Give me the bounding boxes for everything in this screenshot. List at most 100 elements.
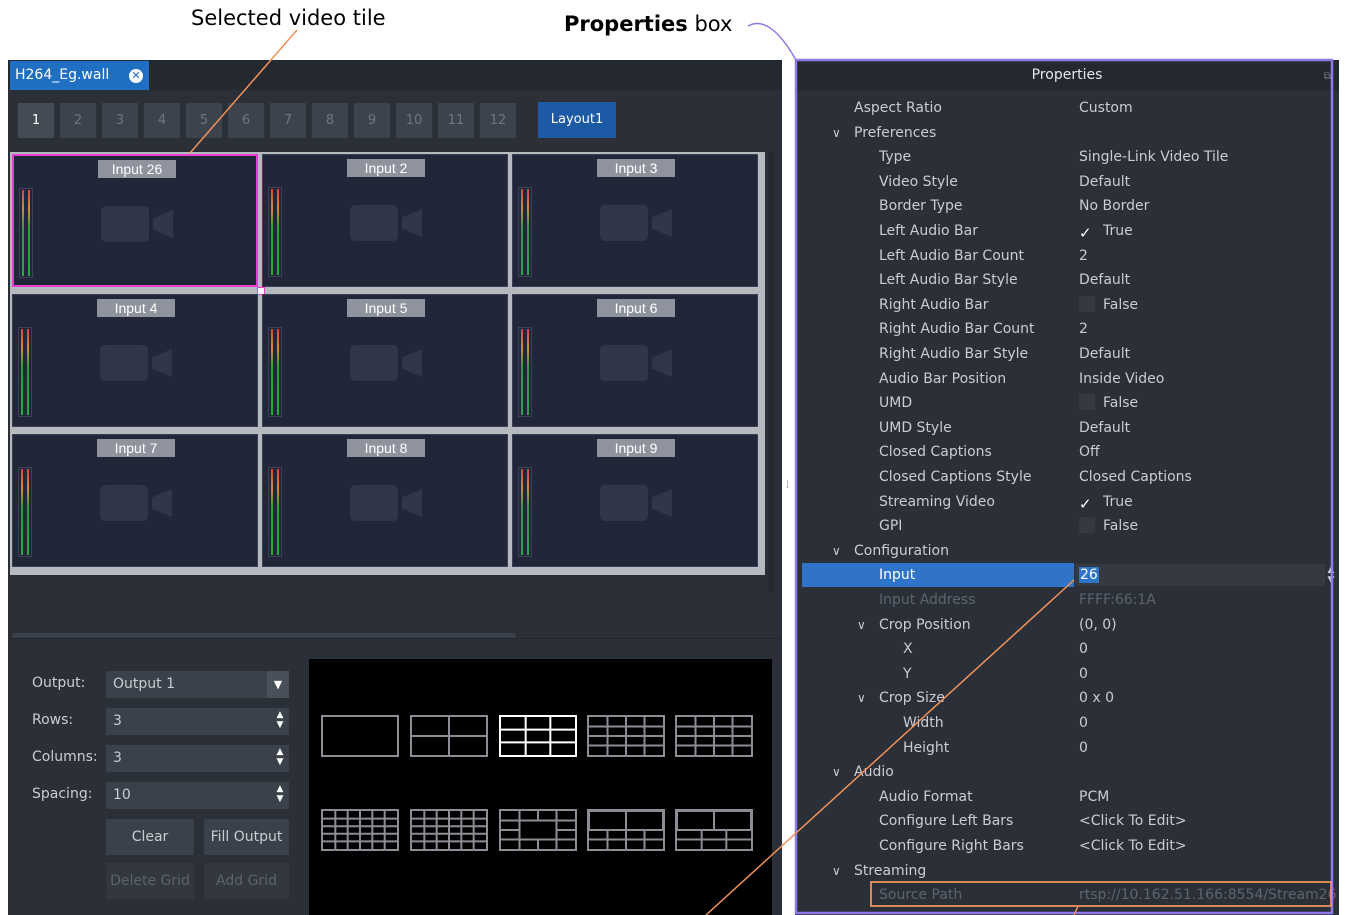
page-button-8[interactable]: 8	[312, 103, 348, 138]
page-button-5[interactable]: 5	[186, 103, 222, 138]
property-value[interactable]: 26	[1079, 563, 1099, 587]
property-row-umd-style[interactable]: UMD Style Default	[795, 416, 1339, 440]
page-button-4[interactable]: 4	[144, 103, 180, 138]
video-tile[interactable]: Input 4	[12, 294, 258, 427]
grid-preset-top2[interactable]	[587, 809, 665, 851]
page-button-2[interactable]: 2	[60, 103, 96, 138]
video-tile[interactable]: Input 5	[262, 294, 508, 427]
chevron-down-icon[interactable]: ∨	[832, 539, 841, 563]
stepper-arrows-icon[interactable]: ▲ ▼	[274, 747, 286, 770]
property-row-border-type[interactable]: Border Type No Border	[795, 194, 1339, 218]
page-button-11[interactable]: 11	[438, 103, 474, 138]
undock-icon[interactable]: ⧉	[1324, 62, 1331, 92]
video-tile[interactable]: Input 26	[12, 154, 265, 295]
grid-preset-6x6b[interactable]	[410, 809, 488, 851]
property-row-configure-left-bars[interactable]: Configure Left Bars <Click To Edit>	[795, 809, 1339, 833]
checkbox-icon[interactable]	[1079, 222, 1095, 238]
add-grid-button[interactable]: Add Grid	[204, 863, 289, 899]
video-tile[interactable]: Input 7	[12, 434, 258, 567]
video-tile[interactable]: Input 2	[262, 154, 508, 287]
property-value[interactable]: False	[1079, 514, 1138, 538]
grid-preset-2x2[interactable]	[410, 715, 488, 757]
property-row-audio[interactable]: ∨ Audio	[795, 760, 1339, 784]
page-button-12[interactable]: 12	[480, 103, 516, 138]
property-row-audio-format[interactable]: Audio Format PCM	[795, 785, 1339, 809]
property-row-x[interactable]: X0	[795, 637, 1339, 661]
input-spinbox[interactable]	[1075, 564, 1325, 587]
property-row-gpi[interactable]: GPI False	[795, 514, 1339, 538]
property-value[interactable]: True	[1079, 490, 1133, 514]
columns-stepper[interactable]: 3 ▲ ▼	[106, 745, 289, 772]
property-row-type[interactable]: Type Single-Link Video Tile	[795, 145, 1339, 169]
wall-file-tab[interactable]: H264_Eg.wall ✕	[10, 61, 149, 90]
property-row-video-style[interactable]: Video Style Default	[795, 170, 1339, 194]
page-button-6[interactable]: 6	[228, 103, 264, 138]
property-row-crop-size[interactable]: ∨ Crop Size 0 x 0	[795, 686, 1339, 710]
checkbox-icon[interactable]	[1079, 295, 1095, 312]
property-row-configuration[interactable]: ∨ Configuration	[795, 539, 1339, 563]
chevron-down-icon[interactable]: ∨	[857, 686, 866, 710]
grid-preset-center[interactable]	[499, 809, 577, 851]
grid-preset-4x4[interactable]	[587, 715, 665, 757]
grid-preset-3x3[interactable]	[499, 715, 577, 757]
property-row-configure-right-bars[interactable]: Configure Right Bars <Click To Edit>	[795, 834, 1339, 858]
property-row-closed-captions-style[interactable]: Closed Captions Style Closed Captions	[795, 465, 1339, 489]
property-row-left-audio-bar-count[interactable]: Left Audio Bar Count 2	[795, 244, 1339, 268]
checkbox-icon[interactable]	[1079, 394, 1095, 411]
property-row-input[interactable]: Input 26 ▲ ▼	[795, 563, 1339, 588]
property-row-right-audio-bar[interactable]: Right Audio Bar False	[795, 293, 1339, 317]
checkbox-icon[interactable]	[1079, 517, 1095, 534]
property-row-input-address[interactable]: Input Address FFFF:66:1A	[795, 588, 1339, 612]
property-row-left-audio-bar[interactable]: Left Audio Bar True	[795, 219, 1339, 243]
property-row-aspect-ratio[interactable]: Aspect Ratio Custom	[795, 96, 1339, 120]
property-row-left-audio-bar-style[interactable]: Left Audio Bar Style Default	[795, 268, 1339, 292]
grid-preset-6x6[interactable]	[321, 809, 399, 851]
checkbox-icon[interactable]	[1079, 492, 1095, 509]
layout-button[interactable]: Layout1	[538, 102, 616, 138]
grid-preset-4x4b[interactable]	[675, 715, 753, 757]
property-row-height[interactable]: Height 0	[795, 736, 1339, 760]
video-tile[interactable]: Input 8	[262, 434, 508, 567]
property-row-audio-bar-position[interactable]: Audio Bar Position Inside Video	[795, 367, 1339, 391]
grid-preset-top2b[interactable]	[675, 809, 753, 851]
chevron-down-icon[interactable]: ∨	[832, 760, 841, 784]
page-button-3[interactable]: 3	[102, 103, 138, 138]
fill-output-button[interactable]: Fill Output	[204, 819, 289, 855]
video-tile[interactable]: Input 3	[512, 154, 758, 287]
property-row-crop-position[interactable]: ∨ Crop Position (0, 0)	[795, 613, 1339, 637]
page-button-1[interactable]: 1	[18, 103, 54, 138]
chevron-down-icon[interactable]: ∨	[857, 613, 866, 637]
property-row-closed-captions[interactable]: Closed Captions Off	[795, 440, 1339, 464]
rows-stepper[interactable]: 3 ▲ ▼	[106, 708, 289, 735]
stepper-arrows-icon[interactable]: ▲ ▼	[274, 784, 286, 807]
property-value[interactable]: False	[1079, 391, 1138, 415]
delete-grid-button[interactable]: Delete Grid	[106, 863, 194, 899]
stepper-arrows-icon[interactable]: ▲ ▼	[274, 710, 286, 733]
close-icon[interactable]: ✕	[129, 69, 143, 83]
property-value[interactable]: True	[1079, 219, 1133, 243]
page-button-9[interactable]: 9	[354, 103, 390, 138]
video-tile[interactable]: Input 9	[512, 434, 758, 567]
spacing-stepper[interactable]: 10 ▲ ▼	[106, 782, 289, 809]
property-row-umd[interactable]: UMD False	[795, 391, 1339, 415]
page-button-7[interactable]: 7	[270, 103, 306, 138]
property-row-y[interactable]: Y0	[795, 662, 1339, 686]
vertical-scrollbar[interactable]	[768, 152, 774, 592]
property-row-streaming[interactable]: ∨ Streaming	[795, 859, 1339, 883]
property-row-preferences[interactable]: ∨ Preferences	[795, 121, 1339, 145]
property-row-width[interactable]: Width 0	[795, 711, 1339, 735]
property-row-right-audio-bar-count[interactable]: Right Audio Bar Count 2	[795, 317, 1339, 341]
video-tile[interactable]: Input 6	[512, 294, 758, 427]
stepper-arrows-icon[interactable]: ▲ ▼	[1325, 565, 1337, 585]
clear-output-button[interactable]: Clear Output	[106, 819, 194, 881]
page-button-10[interactable]: 10	[396, 103, 432, 138]
chevron-down-icon[interactable]: ▼	[267, 671, 289, 698]
output-select[interactable]: Output 1 ▼	[106, 671, 289, 698]
chevron-down-icon[interactable]: ∨	[832, 859, 841, 883]
property-row-right-audio-bar-style[interactable]: Right Audio Bar Style Default	[795, 342, 1339, 366]
grid-preset-1x1[interactable]	[321, 715, 399, 757]
property-row-streaming-video[interactable]: Streaming Video True	[795, 490, 1339, 514]
panel-splitter[interactable]: ⁞	[786, 480, 792, 500]
property-value[interactable]: False	[1079, 293, 1138, 317]
chevron-down-icon[interactable]: ∨	[832, 121, 841, 145]
